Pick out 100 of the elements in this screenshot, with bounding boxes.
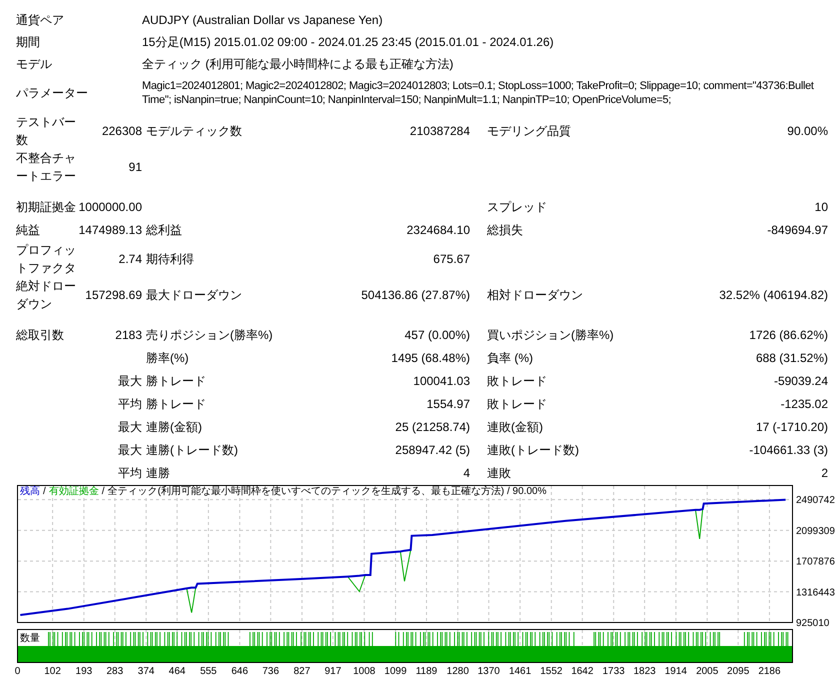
stat-value: 2.74 — [118, 251, 142, 268]
stat-label: 勝率(%) — [146, 350, 190, 366]
stat-value: 32.52% (406194.82) — [718, 287, 828, 304]
y-tick-label: 2490742 — [796, 495, 835, 506]
stat-label: 不整合チャートエラー — [16, 150, 77, 185]
stat-label: 総損失 — [487, 222, 524, 238]
x-tick-label: 736 — [262, 666, 280, 677]
stat-value: 2324684.10 — [406, 222, 470, 238]
stat-value: 457 (0.00%) — [404, 326, 470, 344]
stat-label: プロフィットファクタ — [16, 242, 77, 277]
stat-value: 226308 — [100, 123, 142, 140]
x-tick-label: 0 — [14, 666, 20, 677]
stat-label: 連勝(金額) — [146, 418, 203, 436]
x-tick-label: 283 — [106, 666, 124, 677]
x-tick-label: 555 — [200, 666, 217, 677]
stat-value: 最大 — [117, 442, 142, 458]
stat-value: 675.67 — [432, 251, 470, 268]
x-tick-label: 2186 — [758, 666, 781, 677]
field-label: パラメーター — [16, 86, 89, 100]
stat-value: 10 — [814, 198, 828, 216]
stat-label: 期待利得 — [146, 251, 195, 268]
stat-value: 157298.69 — [84, 287, 142, 304]
stat-value: 210387284 — [408, 123, 470, 140]
field-label: 通貨ペア — [16, 12, 65, 29]
stat-value: -59039.24 — [772, 372, 828, 390]
stat-label: 敗トレード — [487, 372, 548, 390]
stat-value: 25 (21258.74) — [394, 418, 470, 436]
stat-value: 最大 — [117, 418, 142, 436]
stat-label: 勝トレード — [146, 396, 207, 412]
field-value: Magic1=2024012801; Magic2=2024012802; Magic3=2024012803; Lots=0.1; StopLoss=1000; TakeProfit=0; Slippage=10; comment="43736:Bullet Time"; isNanpin=true; NanpinCount=10; NanpinInterval=150; NanpinMult=1.1; NanpinTP=10; OpenPriceVolume=5; — [142, 79, 815, 107]
stat-label: 純益 — [16, 222, 41, 238]
stat-value: 90.00% — [786, 123, 828, 140]
x-tick-label: 1099 — [384, 666, 407, 677]
x-tick-label: 1733 — [602, 666, 625, 677]
stat-label: 勝トレード — [146, 372, 207, 390]
stat-label: 総利益 — [146, 222, 183, 238]
x-tick-label: 1823 — [633, 666, 656, 677]
volume-label: 数量 — [20, 633, 40, 644]
field-value: 15分足(M15) 2015.01.02 09:00 - 2024.01.25 23:45 (2015.01.01 - 2024.01.26) — [142, 34, 555, 51]
stat-value: 4 — [462, 464, 470, 482]
stat-label: テストバー数 — [16, 114, 77, 149]
stat-label: 連勝 — [146, 464, 171, 482]
stat-label: 最大ドローダウン — [146, 287, 243, 304]
stat-value: 688 (31.52%) — [754, 350, 828, 366]
legend-label: 有効証拠金 — [48, 486, 99, 498]
stat-label: モデリング品質 — [487, 123, 572, 140]
stat-value: 1474989.13 — [78, 222, 142, 238]
y-tick-label: 1316443 — [796, 587, 835, 598]
stat-value: 504136.86 (27.87%) — [360, 287, 470, 304]
stat-value: 平均 — [117, 464, 142, 482]
x-tick-label: 1008 — [353, 666, 376, 677]
stat-label: スプレッド — [487, 198, 548, 216]
x-tick-label: 1189 — [416, 666, 438, 677]
field-value: AUDJPY (Australian Dollar vs Japanese Yen) — [142, 12, 384, 29]
field-value: 全ティック (利用可能な最小時間枠による最も正確な方法) — [142, 56, 454, 73]
stat-value: 1000000.00 — [78, 198, 142, 216]
stat-label: 連敗(金額) — [487, 418, 544, 436]
legend-separator: / — [43, 486, 46, 498]
stat-label: 連勝(トレード数) — [146, 442, 239, 458]
x-tick-label: 1552 — [540, 666, 562, 677]
stat-label: 相対ドローダウン — [487, 287, 584, 304]
x-tick-label: 1280 — [446, 666, 469, 677]
legend-separator: / — [102, 486, 105, 498]
x-tick-label: 917 — [324, 666, 342, 677]
stat-value: 100041.03 — [412, 372, 470, 390]
chart-title: 全ティック(利用可能な最小時間枠を使いすべてのティックを生成する、最も正確な方法) / 90.00% — [108, 486, 546, 498]
stat-value: 2 — [820, 464, 828, 482]
x-tick-label: 2005 — [696, 666, 718, 677]
x-tick-label: 464 — [168, 666, 186, 677]
x-tick-label: 193 — [76, 666, 92, 677]
x-tick-label: 1461 — [508, 666, 532, 677]
stat-label: 敗トレード — [487, 396, 548, 412]
legend-label: 残高 — [20, 486, 40, 498]
stat-label: 連敗(トレード数) — [487, 442, 580, 458]
stat-label: 絶対ドローダウン — [16, 278, 77, 313]
stat-label: 連敗 — [487, 464, 512, 482]
stat-value: -849694.97 — [766, 222, 828, 238]
stat-label: 売りポジション(勝率%) — [146, 326, 274, 344]
y-tick-label: 925010 — [796, 618, 830, 629]
x-tick-label: 1642 — [571, 666, 594, 677]
x-tick-label: 1370 — [478, 666, 500, 677]
stat-value: 258947.42 (5) — [394, 442, 470, 458]
stat-value: 91 — [128, 159, 142, 176]
stat-value: -1235.02 — [780, 396, 828, 412]
stat-value: 17 (-1710.20) — [754, 418, 828, 436]
stat-label: 負率 (%) — [487, 350, 534, 366]
field-label: 期間 — [16, 34, 41, 51]
y-tick-label: 1707876 — [796, 556, 835, 568]
stat-value: 最大 — [117, 372, 142, 390]
y-tick-label: 2099309 — [796, 526, 835, 537]
x-tick-label: 646 — [231, 666, 248, 677]
stat-value: 2183 — [114, 326, 142, 344]
stat-label: 買いポジション(勝率%) — [487, 326, 615, 344]
x-tick-label: 2095 — [727, 666, 750, 677]
x-tick-label: 827 — [294, 666, 310, 677]
field-label: モデル — [16, 56, 53, 73]
stat-value: 1726 (86.62%) — [748, 326, 828, 344]
stat-value: 1495 (68.48%) — [390, 350, 470, 366]
stat-value: 1554.97 — [426, 396, 470, 412]
stat-label: 総取引数 — [16, 326, 65, 344]
